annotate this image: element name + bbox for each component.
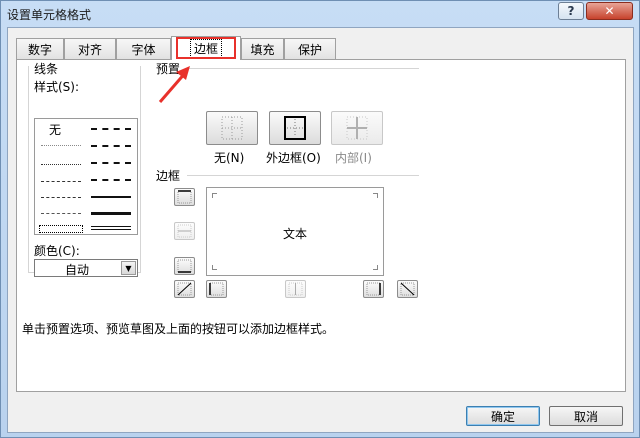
border-inside-icon bbox=[346, 116, 368, 140]
window-title: 设置单元格格式 bbox=[7, 8, 92, 22]
tab-number[interactable]: 数字 bbox=[16, 38, 64, 59]
line-style-dotted[interactable] bbox=[41, 164, 81, 165]
border-none-icon bbox=[221, 116, 243, 140]
line-style-medium[interactable] bbox=[91, 196, 131, 198]
preview-corner-mark bbox=[212, 265, 217, 270]
tab-highlight-box bbox=[176, 37, 236, 59]
help-icon: ? bbox=[567, 4, 575, 18]
tab-label: 保护 bbox=[297, 42, 322, 57]
tab-alignment[interactable]: 对齐 bbox=[64, 38, 116, 59]
line-style-list[interactable]: 无 bbox=[34, 118, 138, 235]
border-group-title: 边框 bbox=[156, 167, 184, 184]
line-style-none[interactable]: 无 bbox=[49, 121, 61, 138]
tab-label: 字体 bbox=[131, 42, 156, 57]
preview-corner-mark bbox=[212, 193, 217, 198]
preset-inside-button[interactable] bbox=[331, 111, 383, 145]
tab-label: 填充 bbox=[250, 42, 275, 57]
line-color-select[interactable]: 自动 ▼ bbox=[34, 259, 138, 277]
chevron-down-icon[interactable]: ▼ bbox=[121, 261, 136, 275]
close-icon: ✕ bbox=[604, 4, 615, 18]
preset-none-button[interactable] bbox=[206, 111, 258, 145]
line-style-dash-dot-dot[interactable] bbox=[41, 181, 81, 182]
preview-corner-mark bbox=[373, 265, 378, 270]
border-left-icon bbox=[209, 282, 224, 296]
line-style-thin-selected[interactable] bbox=[39, 225, 83, 233]
line-style-medium-dashed[interactable] bbox=[91, 179, 131, 181]
tab-font[interactable]: 字体 bbox=[116, 38, 171, 59]
cancel-button[interactable]: 取消 bbox=[549, 406, 623, 426]
border-diagonal-up-button[interactable] bbox=[174, 280, 195, 298]
line-style-slant-dash-dot[interactable] bbox=[91, 145, 131, 147]
style-label: 样式(S): bbox=[34, 78, 83, 95]
preset-outline-button[interactable] bbox=[269, 111, 321, 145]
border-group-divider bbox=[187, 175, 419, 176]
red-arrow-icon bbox=[158, 66, 190, 103]
instruction-text: 单击预置选项、预览草图及上面的按钮可以添加边框样式。 bbox=[22, 322, 335, 336]
line-group-title: 线条 bbox=[34, 60, 62, 77]
border-inside-vertical-button[interactable] bbox=[285, 280, 306, 298]
format-cells-dialog: 设置单元格格式 ? ✕ 数字 对齐 字体 边框 填充 保护 线条 样式(S): … bbox=[0, 0, 640, 438]
line-style-medium-dash-dot[interactable] bbox=[91, 162, 131, 164]
border-inside-horizontal-button[interactable] bbox=[174, 222, 195, 240]
tab-label: 数字 bbox=[27, 42, 52, 57]
border-inside-horizontal-icon bbox=[177, 224, 192, 238]
dialog-client-area: 数字 对齐 字体 边框 填充 保护 线条 样式(S): 无 颜色(C): 自动 … bbox=[7, 27, 634, 433]
border-right-icon bbox=[366, 282, 381, 296]
title-bar[interactable]: 设置单元格格式 ? ✕ bbox=[1, 1, 639, 27]
line-style-dashed[interactable] bbox=[41, 213, 81, 214]
preview-corner-mark bbox=[373, 193, 378, 198]
preset-group-divider bbox=[187, 68, 419, 69]
border-outline-icon bbox=[284, 116, 306, 140]
line-color-value: 自动 bbox=[65, 263, 90, 277]
border-right-button[interactable] bbox=[363, 280, 384, 298]
border-preview[interactable]: 文本 bbox=[206, 187, 384, 276]
border-tab-panel: 线条 样式(S): 无 颜色(C): 自动 ▼ 预置 无(N) 外边框(O) 内… bbox=[16, 59, 626, 392]
border-bottom-button[interactable] bbox=[174, 257, 195, 275]
help-button[interactable]: ? bbox=[558, 2, 584, 20]
preset-none-label: 无(N) bbox=[214, 151, 245, 165]
line-style-dash-dot[interactable] bbox=[41, 197, 81, 198]
preset-outline-label: 外边框(O) bbox=[266, 151, 321, 165]
preview-text: 文本 bbox=[283, 227, 308, 241]
ok-button[interactable]: 确定 bbox=[466, 406, 540, 426]
border-bottom-icon bbox=[177, 259, 192, 273]
border-diagonal-down-icon bbox=[400, 282, 415, 296]
line-style-thick[interactable] bbox=[91, 212, 131, 215]
border-top-button[interactable] bbox=[174, 188, 195, 206]
tab-fill[interactable]: 填充 bbox=[241, 38, 284, 59]
border-top-icon bbox=[177, 190, 192, 204]
close-button[interactable]: ✕ bbox=[586, 2, 633, 20]
border-inside-vertical-icon bbox=[288, 282, 303, 296]
line-style-medium-dash-dot-dot[interactable] bbox=[91, 128, 131, 130]
tab-protection[interactable]: 保护 bbox=[284, 38, 336, 59]
line-style-double[interactable] bbox=[91, 226, 131, 230]
border-diagonal-up-icon bbox=[177, 282, 192, 296]
preset-inside-label: 内部(I) bbox=[335, 151, 372, 165]
tab-label: 对齐 bbox=[77, 42, 102, 57]
line-style-hairline[interactable] bbox=[41, 145, 81, 146]
border-left-button[interactable] bbox=[206, 280, 227, 298]
color-label: 颜色(C): bbox=[34, 242, 83, 259]
border-diagonal-down-button[interactable] bbox=[397, 280, 418, 298]
